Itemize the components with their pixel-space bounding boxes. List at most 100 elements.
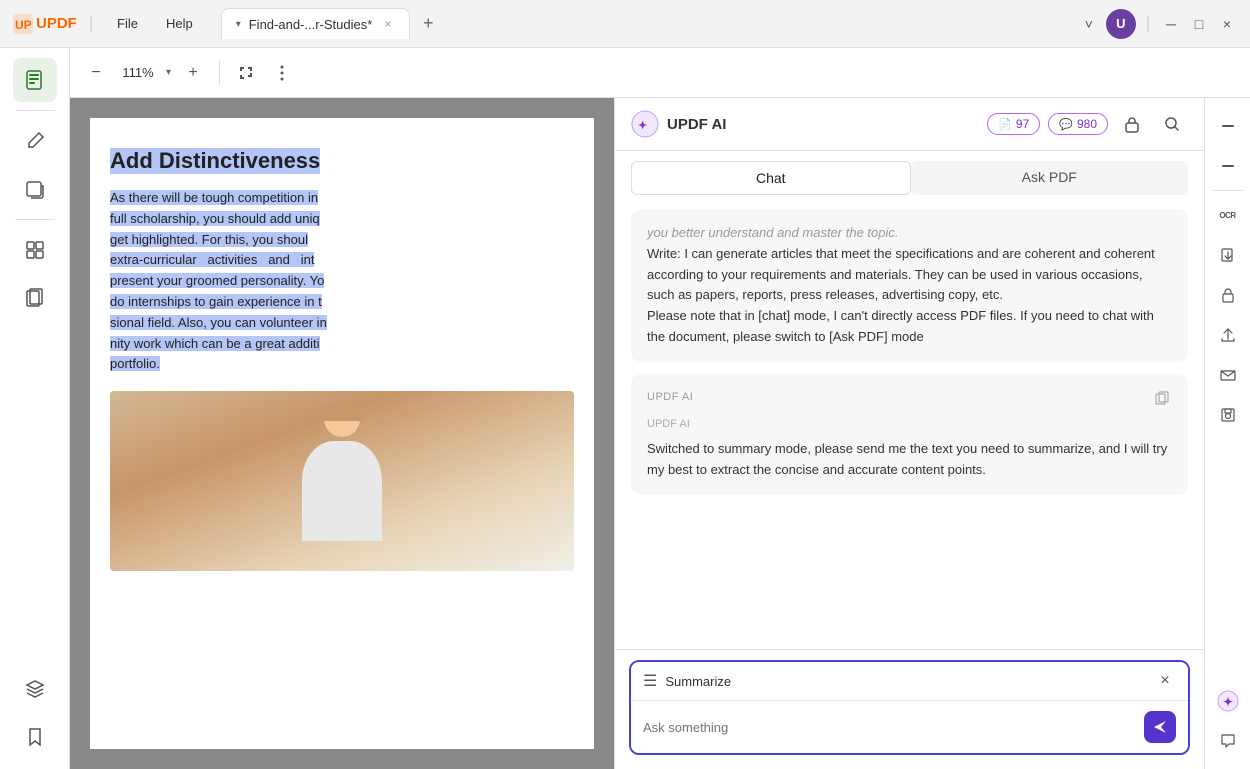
window-controls: ˅ U | ─ □ × (1078, 9, 1238, 39)
pages-credit-badge[interactable]: 📄 97 (987, 113, 1040, 135)
lock-icon[interactable] (1116, 108, 1148, 140)
mode-label: Summarize (665, 674, 1146, 689)
fit-page-icon (238, 65, 254, 81)
tab-label: Find-and-...r-Studies* (249, 17, 373, 32)
copy-button-2[interactable] (1152, 388, 1172, 408)
chat-button[interactable] (1210, 723, 1246, 759)
pages-credit-icon: 📄 (998, 118, 1012, 131)
sidebar-item-organize[interactable] (13, 228, 57, 272)
share-button[interactable] (1210, 317, 1246, 353)
send-icon (1152, 719, 1168, 735)
sidebar-item-bookmark[interactable] (13, 715, 57, 759)
tab-arrow-icon: ▾ (236, 19, 241, 30)
zoom-in-button[interactable]: + (179, 59, 207, 87)
scroll-down-icon[interactable] (1210, 148, 1246, 184)
edit-icon (25, 131, 45, 151)
ai-message-1: you better understand and master the top… (631, 209, 1188, 362)
page-extract-button[interactable] (1210, 237, 1246, 273)
help-menu[interactable]: Help (154, 12, 205, 35)
input-area: ☰ Summarize × (615, 649, 1204, 769)
rs-sep-1 (1213, 190, 1243, 191)
left-sidebar (0, 48, 70, 769)
zoom-arrow-icon[interactable]: ▾ (166, 67, 171, 78)
pdf-page: Add Distinctiveness As there will be tou… (90, 118, 594, 749)
sidebar-item-edit[interactable] (13, 119, 57, 163)
maximize-button[interactable]: □ (1188, 13, 1210, 35)
updf-colorful-icon: ✦ (1217, 690, 1239, 712)
ai-panel: ✦ UPDF AI 📄 97 💬 980 (614, 98, 1204, 769)
chat-messages: you better understand and master the top… (615, 195, 1204, 649)
tab-close-icon[interactable]: × (380, 15, 395, 33)
updf-ai-logo-icon: ✦ (631, 110, 659, 138)
document-view-icon (24, 69, 46, 91)
pdf-heading: Add Distinctiveness (110, 148, 320, 174)
more-options-button[interactable] (268, 59, 296, 87)
chat-icon (1220, 733, 1236, 749)
annotate-icon (25, 179, 45, 199)
pdf-body-text: As there will be tough competition in fu… (110, 188, 574, 375)
minus-top-icon (1220, 118, 1236, 134)
updf-logo-icon: UP (12, 13, 34, 35)
menu-bar: File Help (105, 12, 205, 35)
messages-credit-icon: 💬 (1059, 118, 1073, 131)
avatar[interactable]: U (1106, 9, 1136, 39)
tab-dropdown-button[interactable]: ˅ (1078, 13, 1100, 35)
ai-header: ✦ UPDF AI 📄 97 💬 980 (615, 98, 1204, 151)
tab-chat[interactable]: Chat (631, 161, 911, 195)
active-tab[interactable]: ▾ Find-and-...r-Studies* × (221, 8, 411, 39)
pdf-view: Add Distinctiveness As there will be tou… (70, 98, 614, 769)
pdf-image (110, 391, 574, 571)
ai-search-button[interactable] (1156, 108, 1188, 140)
minus-bottom-icon (1220, 158, 1236, 174)
bookmark-icon (25, 727, 45, 747)
svg-text:✦: ✦ (1223, 695, 1233, 709)
zoom-out-button[interactable]: − (82, 59, 110, 87)
ai-message-2-label: UPDF AI (647, 389, 693, 407)
toolbar-sep-1 (219, 61, 220, 85)
logo-text: UPDF (36, 15, 77, 32)
send-button[interactable] (1144, 711, 1176, 743)
input-field-row (631, 701, 1188, 753)
mode-icon: ☰ (643, 671, 657, 691)
save-button[interactable] (1210, 397, 1246, 433)
sep2: | (1146, 15, 1150, 33)
toolbar: − 111% ▾ + (70, 48, 1250, 98)
input-mode-bar: ☰ Summarize × (631, 662, 1188, 701)
minimize-button[interactable]: ─ (1160, 13, 1182, 35)
protect-button[interactable] (1210, 277, 1246, 313)
sidebar-item-layers[interactable] (13, 667, 57, 711)
new-tab-button[interactable]: + (414, 10, 442, 38)
messages-credit-badge[interactable]: 💬 980 (1048, 113, 1108, 135)
tab-ask-pdf[interactable]: Ask PDF (911, 161, 1189, 195)
sidebar-item-pages[interactable] (13, 276, 57, 320)
mode-close-button[interactable]: × (1154, 670, 1176, 692)
ask-input[interactable] (643, 720, 1136, 735)
email-button[interactable] (1210, 357, 1246, 393)
pages-credit-value: 97 (1016, 117, 1029, 131)
svg-text:UP: UP (15, 18, 32, 32)
sidebar-item-annotate[interactable] (13, 167, 57, 211)
search-icon (1163, 115, 1181, 133)
scroll-up-icon[interactable] (1210, 108, 1246, 144)
ai-message-1-text: you better understand and master the top… (647, 223, 1172, 348)
sidebar-sep-1 (15, 110, 55, 111)
ocr-button[interactable]: OCR (1210, 197, 1246, 233)
input-box: ☰ Summarize × (629, 660, 1190, 755)
file-menu[interactable]: File (105, 12, 150, 35)
sidebar-item-document-view[interactable] (13, 58, 57, 102)
ai-title: UPDF AI (667, 116, 726, 133)
page-extract-icon (1220, 247, 1236, 263)
layers-icon (25, 679, 45, 699)
title-sep: | (89, 15, 93, 33)
updf-colorful-button[interactable]: ✦ (1210, 683, 1246, 719)
close-button[interactable]: × (1216, 13, 1238, 35)
right-sidebar: OCR (1204, 98, 1250, 769)
ai-credits: 📄 97 💬 980 (987, 113, 1108, 135)
save-icon (1220, 407, 1236, 423)
fit-page-button[interactable] (232, 59, 260, 87)
share-icon (1220, 327, 1236, 343)
ai-message-2-header: UPDF AI (647, 388, 1172, 408)
ai-message-2: UPDF AI UPDF AI Switched to summary mode… (631, 374, 1188, 495)
ai-message-2-sender: UPDF AI (647, 416, 1172, 434)
organize-icon (25, 240, 45, 260)
